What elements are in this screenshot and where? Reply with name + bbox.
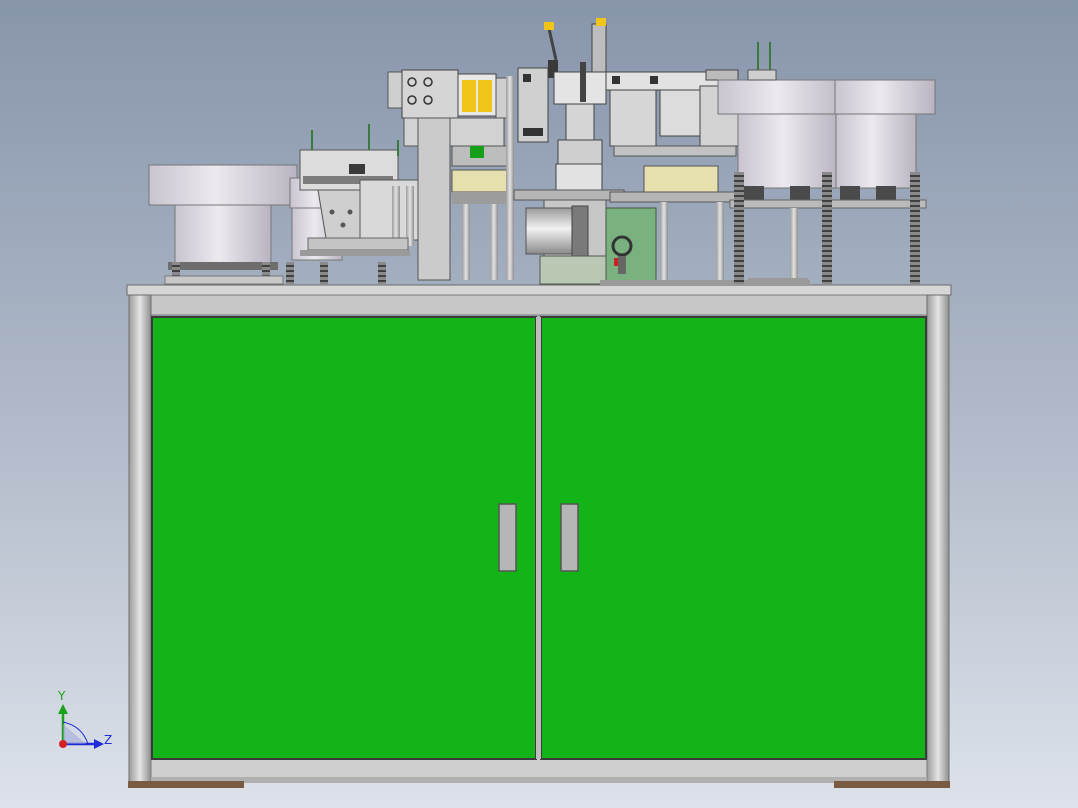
cabinet-top-plate	[126, 284, 952, 296]
right-vibratory-feeder	[717, 42, 936, 284]
triad-z-label: Z	[104, 733, 112, 747]
cabinet-right-post	[926, 294, 950, 786]
door-handle-right[interactable]	[560, 503, 579, 572]
door-right[interactable]	[540, 316, 927, 760]
triad-origin	[59, 740, 67, 748]
cabinet-foot-left	[128, 781, 244, 788]
motor-body	[525, 207, 573, 255]
coordinate-triad: Y Z	[57, 689, 112, 749]
cabinet-foot-right	[834, 781, 950, 788]
cabinet	[126, 284, 952, 788]
cabinet-left-post	[128, 294, 152, 786]
cabinet-top-rail	[130, 294, 948, 316]
door-left[interactable]	[151, 316, 537, 760]
triad-y-label: Y	[57, 689, 66, 703]
door-handle-left[interactable]	[498, 503, 517, 572]
cad-viewport[interactable]: Y Z	[0, 0, 1078, 808]
assembly-drawing: Y Z	[57, 18, 952, 788]
door-center-gap	[536, 317, 541, 759]
